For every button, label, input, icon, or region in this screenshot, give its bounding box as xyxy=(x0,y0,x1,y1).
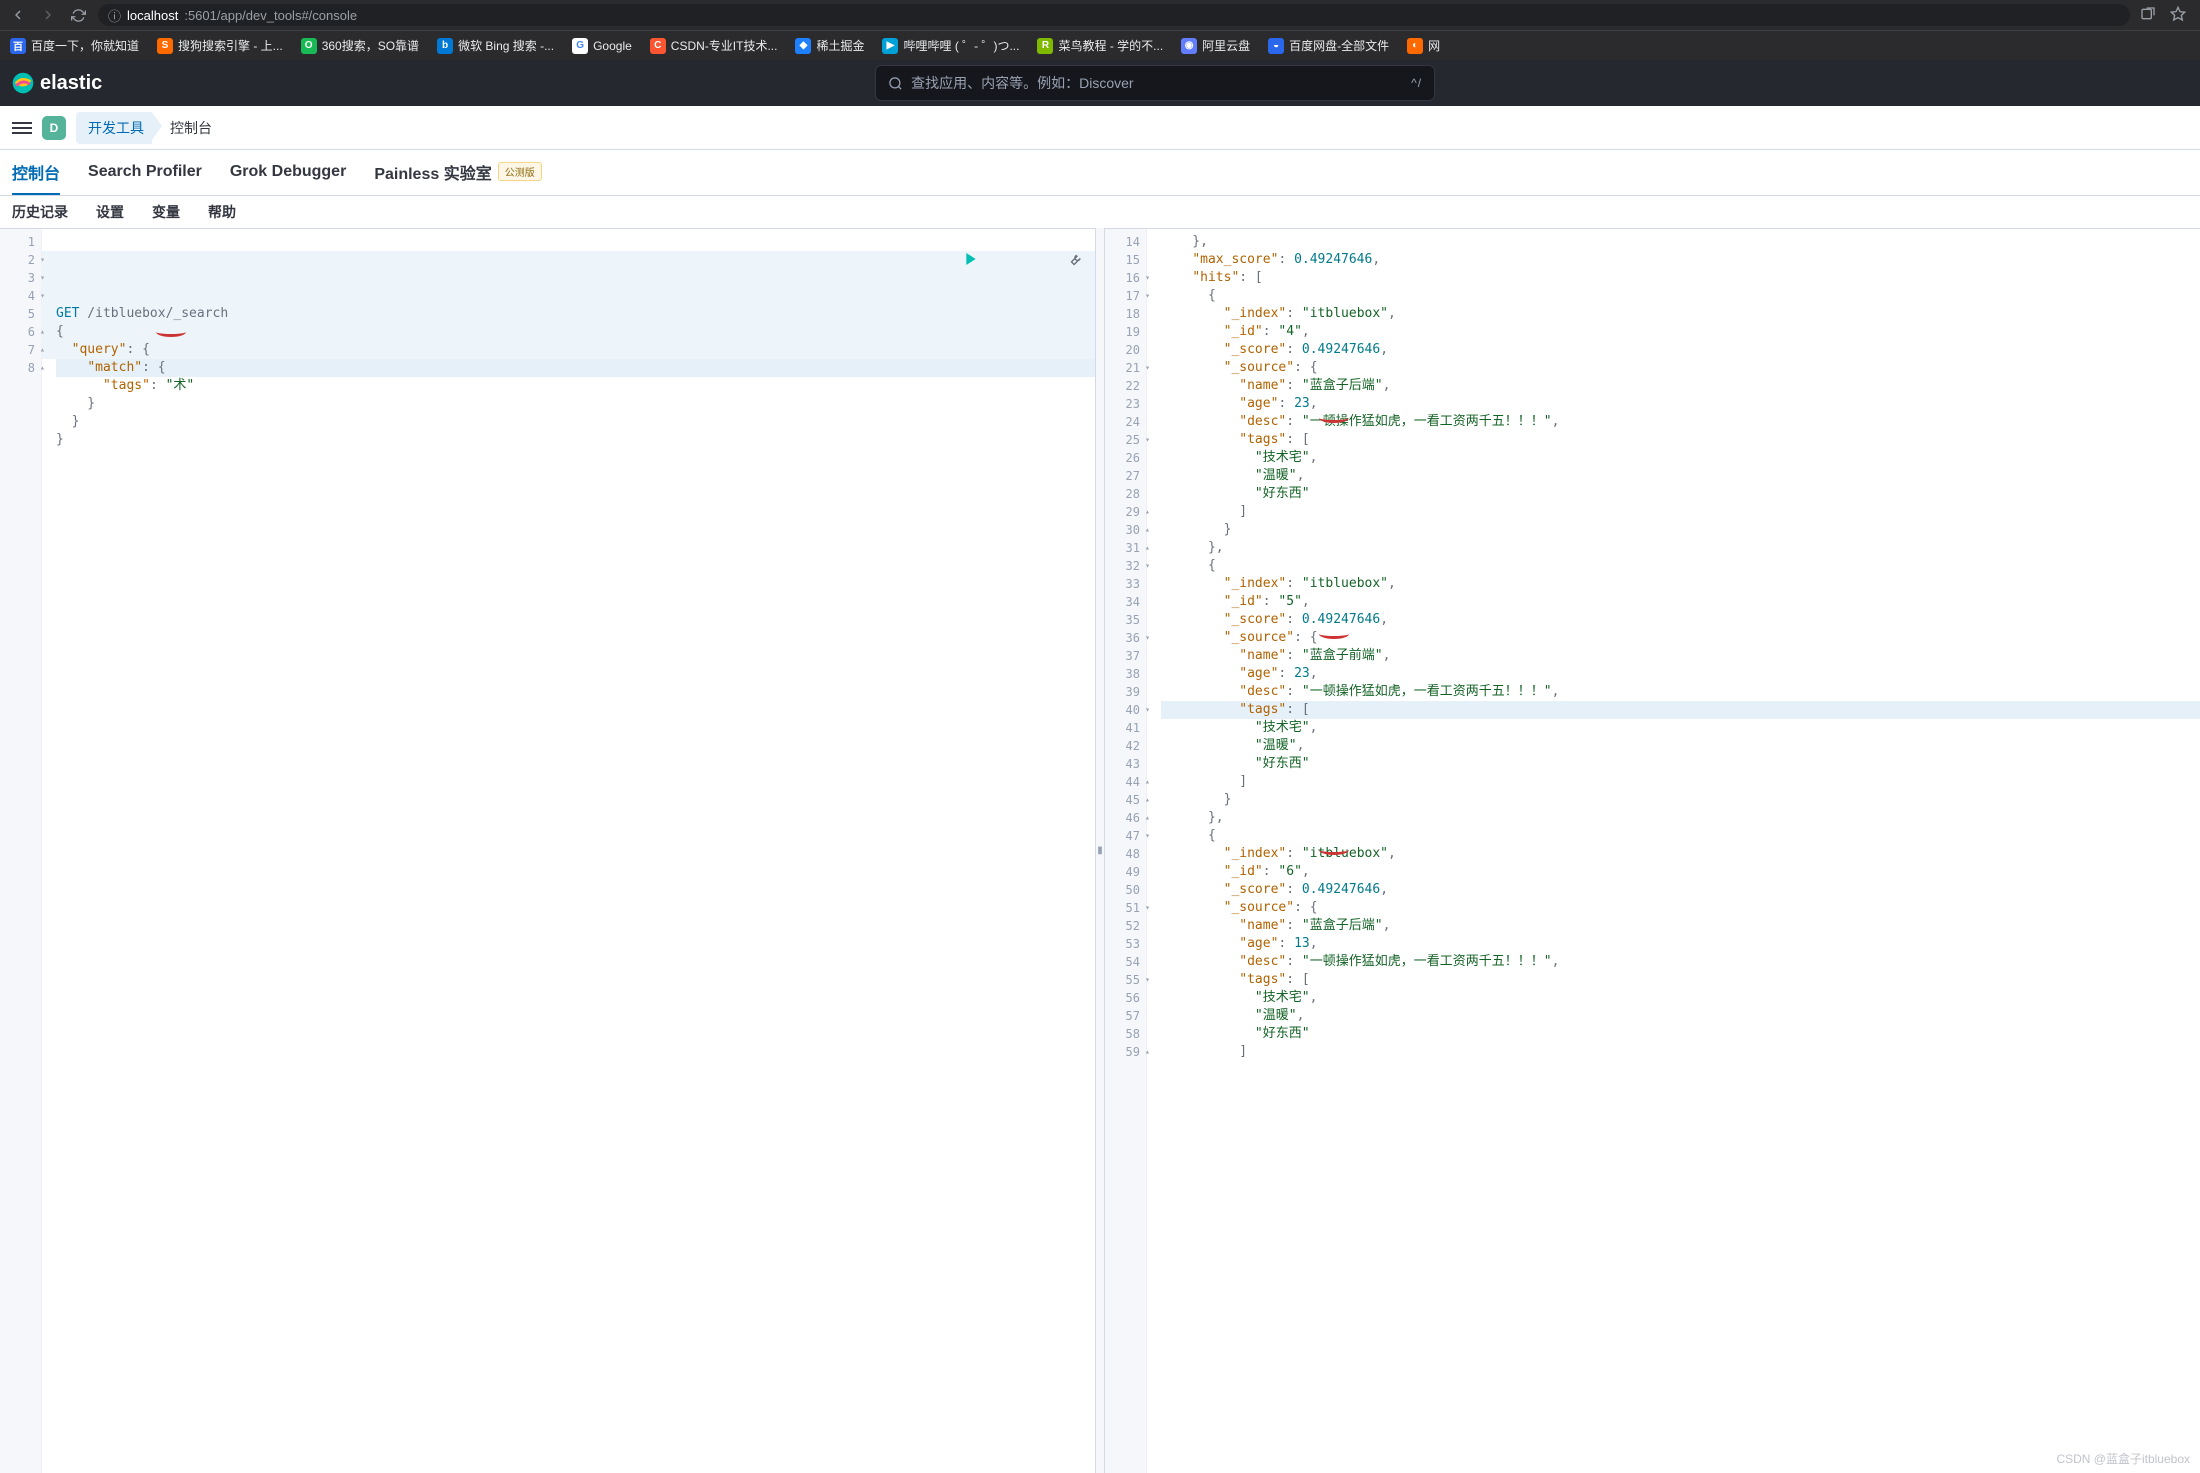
response-gutter: 1415161718192021222324252627282930313233… xyxy=(1105,229,1147,1473)
info-icon: ⓘ xyxy=(108,6,121,25)
bookmark-item[interactable]: CCSDN-专业IT技术... xyxy=(650,37,778,54)
star-icon[interactable] xyxy=(2170,6,2186,25)
breadcrumb-devtools[interactable]: 开发工具 xyxy=(76,112,152,144)
annotation-mark xyxy=(1319,629,1349,639)
annotation-mark xyxy=(1319,845,1349,855)
request-editor[interactable]: GET /itbluebox/_search{ "query": { "matc… xyxy=(42,229,1095,1473)
request-pane: 12345678 GET /itbluebox/_search{ "query"… xyxy=(0,228,1095,1473)
breadcrumb: 开发工具 控制台 xyxy=(76,112,224,144)
subtab[interactable]: 变量 xyxy=(152,202,180,222)
wrench-icon[interactable] xyxy=(989,233,1083,291)
forward-button[interactable] xyxy=(38,5,58,25)
watermark: CSDN @蓝盒子itbluebox xyxy=(2056,1450,2190,1467)
pane-splitter[interactable]: ▮ xyxy=(1095,228,1105,1473)
tab[interactable]: Search Profiler xyxy=(88,150,202,195)
response-viewer[interactable]: }, "max_score": 0.49247646, "hits": [ { … xyxy=(1147,229,2200,1473)
breadcrumb-console: 控制台 xyxy=(152,112,224,144)
avatar[interactable]: D xyxy=(42,116,66,140)
menu-icon[interactable] xyxy=(12,118,32,138)
elastic-logo[interactable]: elastic xyxy=(12,72,102,95)
elastic-brand-text: elastic xyxy=(40,72,102,95)
bookmarks-bar: 百百度一下，你就知道 S搜狗搜索引擎 - 上... O360搜索，SO靠谱 b微软 B… xyxy=(0,30,2200,60)
elastic-header: elastic 查找应用、内容等。例如：Discover ^/ xyxy=(0,60,2200,106)
annotation-mark xyxy=(156,327,186,337)
search-kbd-hint: ^/ xyxy=(1411,76,1422,90)
bookmark-item[interactable]: ◆稀土掘金 xyxy=(795,37,864,54)
bookmark-item[interactable]: ◒百度网盘-全部文件 xyxy=(1268,37,1389,54)
subtabs: 历史记录 设置 变量 帮助 xyxy=(0,196,2200,228)
back-button[interactable] xyxy=(8,5,28,25)
bookmark-item[interactable]: S搜狗搜索引擎 - 上... xyxy=(157,37,283,54)
url-host: localhost xyxy=(127,8,178,23)
bookmark-item[interactable]: O360搜索，SO靠谱 xyxy=(301,37,419,54)
request-gutter: 12345678 xyxy=(0,229,42,1473)
bookmark-item[interactable]: R菜鸟教程 - 学的不... xyxy=(1037,37,1163,54)
bookmark-item[interactable]: ◉阿里云盘 xyxy=(1181,37,1250,54)
bookmark-item[interactable]: 百百度一下，你就知道 xyxy=(10,37,139,54)
editor-area: 12345678 GET /itbluebox/_search{ "query"… xyxy=(0,228,2200,1473)
bookmark-item[interactable]: ◐网 xyxy=(1407,37,1440,54)
tabs-bar: 控制台 Search Profiler Grok Debugger Painless … xyxy=(0,150,2200,196)
bookmark-item[interactable]: b微软 Bing 搜索 -... xyxy=(437,37,554,54)
annotation-mark xyxy=(1319,413,1349,423)
browser-toolbar: ⓘ localhost:5601/app/dev_tools#/console xyxy=(0,0,2200,30)
run-button[interactable] xyxy=(884,233,978,291)
tab[interactable]: Grok Debugger xyxy=(230,150,346,195)
reload-button[interactable] xyxy=(68,5,88,25)
response-pane: 1415161718192021222324252627282930313233… xyxy=(1105,228,2200,1473)
breadcrumb-bar: D 开发工具 控制台 xyxy=(0,106,2200,150)
bookmark-item[interactable]: GGoogle xyxy=(572,38,632,54)
bookmark-item[interactable]: ▶哔哩哔哩 ( ゜- ゜)つ... xyxy=(882,37,1019,54)
share-icon[interactable] xyxy=(2140,6,2156,25)
tab[interactable]: Painless 实验室公测版 xyxy=(374,150,541,195)
subtab[interactable]: 帮助 xyxy=(208,202,236,222)
tab[interactable]: 控制台 xyxy=(12,150,60,195)
subtab[interactable]: 历史记录 xyxy=(12,202,68,222)
subtab[interactable]: 设置 xyxy=(96,202,124,222)
search-placeholder: 查找应用、内容等。例如：Discover xyxy=(911,73,1133,93)
url-bar[interactable]: ⓘ localhost:5601/app/dev_tools#/console xyxy=(98,4,2130,26)
global-search[interactable]: 查找应用、内容等。例如：Discover ^/ xyxy=(875,65,1435,101)
